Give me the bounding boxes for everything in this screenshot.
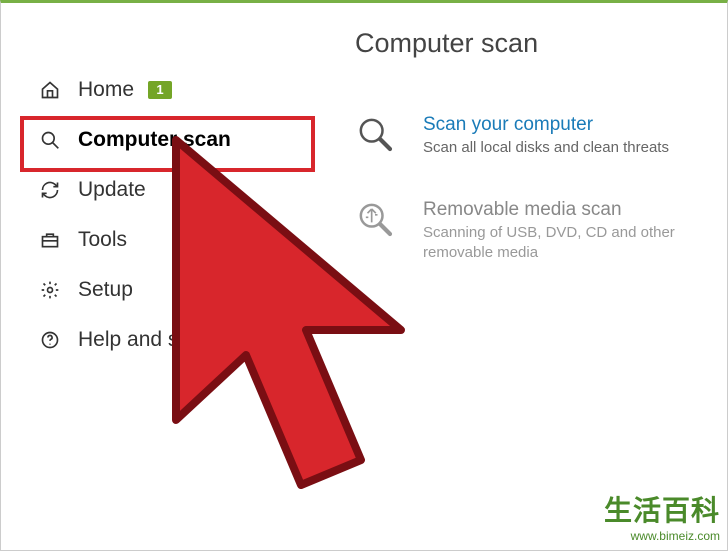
magnifier-usb-icon — [355, 199, 403, 244]
scan-option-removable[interactable]: Removable media scan Scanning of USB, DV… — [355, 199, 698, 264]
page-title: Computer scan — [355, 28, 698, 59]
sidebar-item-label: Home — [78, 78, 134, 102]
option-title: Removable media scan — [423, 199, 698, 221]
sidebar-item-label: Update — [78, 178, 146, 202]
option-title: Scan your computer — [423, 114, 669, 136]
scan-option-computer[interactable]: Scan your computer Scan all local disks … — [355, 114, 698, 159]
sidebar-item-label: Help and support — [78, 328, 238, 352]
option-subtitle: Scan all local disks and clean threats — [423, 138, 669, 158]
sidebar-item-label: Tools — [78, 228, 127, 252]
sidebar-item-label: Computer scan — [78, 128, 231, 152]
refresh-icon — [40, 180, 68, 200]
app-window: Home 1 Computer scan Update Tools — [0, 0, 728, 551]
search-icon — [40, 130, 68, 150]
sidebar-item-computer-scan[interactable]: Computer scan — [0, 115, 325, 165]
home-icon — [40, 80, 68, 100]
sidebar: Home 1 Computer scan Update Tools — [0, 0, 325, 551]
sidebar-item-help[interactable]: Help and support — [0, 315, 325, 365]
help-icon — [40, 330, 68, 350]
sidebar-item-setup[interactable]: Setup — [0, 265, 325, 315]
option-subtitle: Scanning of USB, DVD, CD and other remov… — [423, 223, 698, 264]
sidebar-item-tools[interactable]: Tools — [0, 215, 325, 265]
main-panel: Computer scan Scan your computer Scan al… — [325, 0, 728, 551]
sidebar-item-home[interactable]: Home 1 — [0, 65, 325, 115]
home-badge: 1 — [148, 81, 172, 99]
sidebar-item-label: Setup — [78, 278, 133, 302]
magnifier-icon — [355, 114, 403, 159]
sidebar-item-update[interactable]: Update — [0, 165, 325, 215]
briefcase-icon — [40, 230, 68, 250]
gear-icon — [40, 280, 68, 300]
